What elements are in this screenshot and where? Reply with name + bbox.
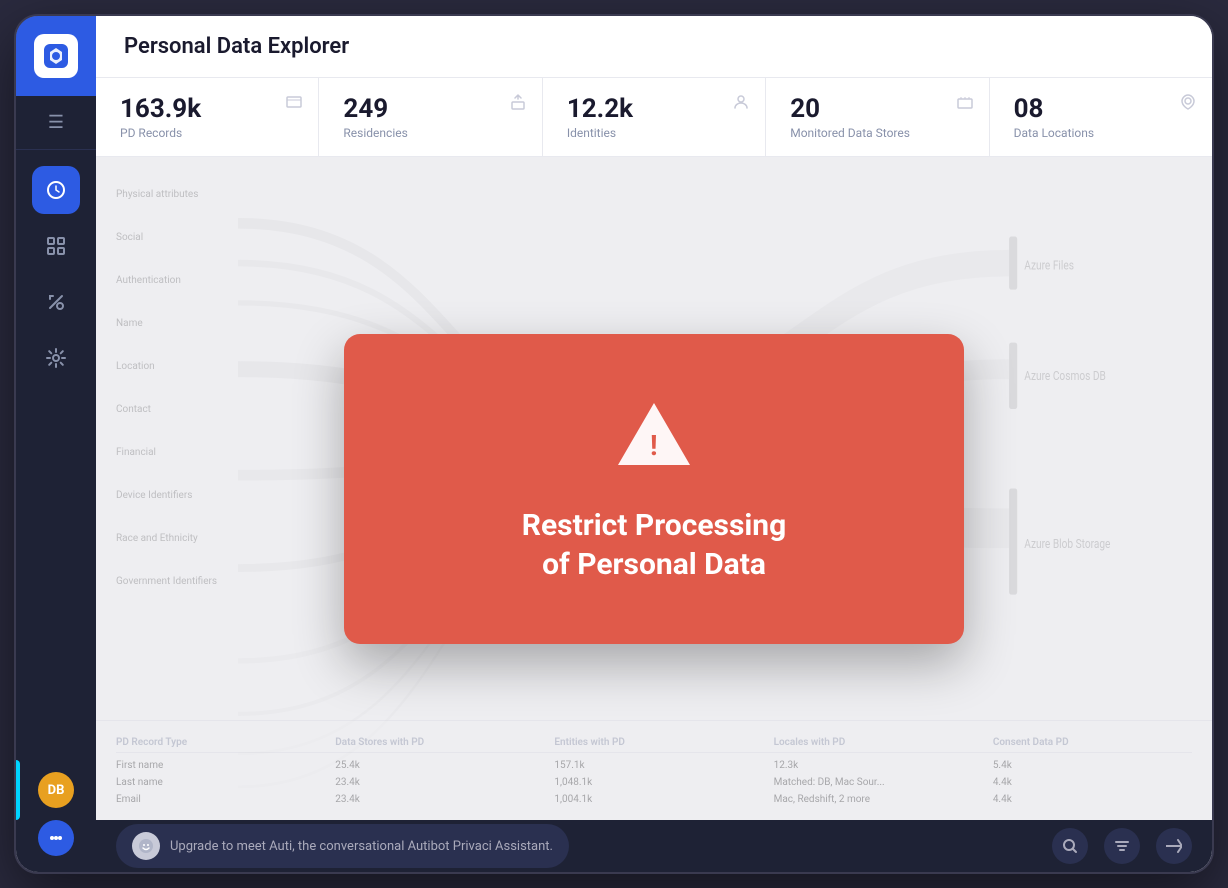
- chat-bubble[interactable]: Upgrade to meet Auti, the conversational…: [116, 824, 569, 868]
- sidebar-item-dashboard[interactable]: [32, 222, 80, 270]
- sidebar: ☰: [16, 16, 96, 872]
- app-logo: [16, 16, 96, 96]
- stat-data-locations: 08 Data Locations: [990, 78, 1212, 156]
- stat-value-residencies: 249: [343, 94, 517, 124]
- page-header: Personal Data Explorer: [96, 16, 1212, 78]
- stat-icon-residencies: [510, 94, 526, 115]
- user-avatar[interactable]: DB: [38, 772, 74, 808]
- modal-title: Restrict Processing of Personal Data: [522, 506, 787, 584]
- sidebar-item-settings[interactable]: [32, 334, 80, 382]
- bottom-bar: Upgrade to meet Auti, the conversational…: [96, 820, 1212, 872]
- filter-button[interactable]: [1104, 828, 1140, 864]
- search-button[interactable]: [1052, 828, 1088, 864]
- svg-text:!: !: [650, 429, 658, 462]
- sidebar-nav: [32, 150, 80, 756]
- restrict-processing-modal: ! Restrict Processing of Personal Data: [344, 334, 964, 644]
- stat-monitored-data-stores: 20 Monitored Data Stores: [766, 78, 989, 156]
- sidebar-bottom: DB: [38, 756, 74, 872]
- stat-label-residencies: Residencies: [343, 126, 517, 140]
- content-area: Physical attributes Social Authenticatio…: [96, 157, 1212, 820]
- main-content: Personal Data Explorer 163.9k PD Records…: [96, 16, 1212, 872]
- stat-icon-monitored: [957, 94, 973, 115]
- page-title: Personal Data Explorer: [124, 34, 1184, 59]
- stat-label-locations: Data Locations: [1014, 126, 1188, 140]
- sidebar-item-tools[interactable]: [32, 278, 80, 326]
- stat-residencies: 249 Residencies: [319, 78, 542, 156]
- stats-bar: 163.9k PD Records 249 Residencies: [96, 78, 1212, 157]
- modal-overlay: ! Restrict Processing of Personal Data: [96, 157, 1212, 820]
- stat-value-monitored: 20: [790, 94, 964, 124]
- stat-icon-locations: [1180, 94, 1196, 115]
- menu-toggle[interactable]: ☰: [16, 96, 96, 150]
- app-dots-icon[interactable]: [38, 820, 74, 856]
- stat-label-identities: Identities: [567, 126, 741, 140]
- bottom-actions: [1052, 828, 1192, 864]
- hamburger-icon: ☰: [48, 112, 64, 133]
- chat-text: Upgrade to meet Auti, the conversational…: [170, 839, 553, 854]
- logo-inner: [34, 34, 78, 78]
- chat-avatar-icon: [132, 832, 160, 860]
- stat-value-locations: 08: [1014, 94, 1188, 124]
- stat-identities: 12.2k Identities: [543, 78, 766, 156]
- stat-pd-records: 163.9k PD Records: [96, 78, 319, 156]
- share-button[interactable]: [1156, 828, 1192, 864]
- stat-icon-pd-records: [286, 94, 302, 115]
- sidebar-item-home[interactable]: [32, 166, 80, 214]
- stat-icon-identities: [733, 94, 749, 115]
- stat-value-identities: 12.2k: [567, 94, 741, 124]
- modal-warning-icon: !: [614, 394, 694, 474]
- stat-label-pd-records: PD Records: [120, 126, 294, 140]
- stat-value-pd-records: 163.9k: [120, 94, 294, 124]
- sidebar-accent-bar: [16, 760, 20, 820]
- stat-label-monitored: Monitored Data Stores: [790, 126, 964, 140]
